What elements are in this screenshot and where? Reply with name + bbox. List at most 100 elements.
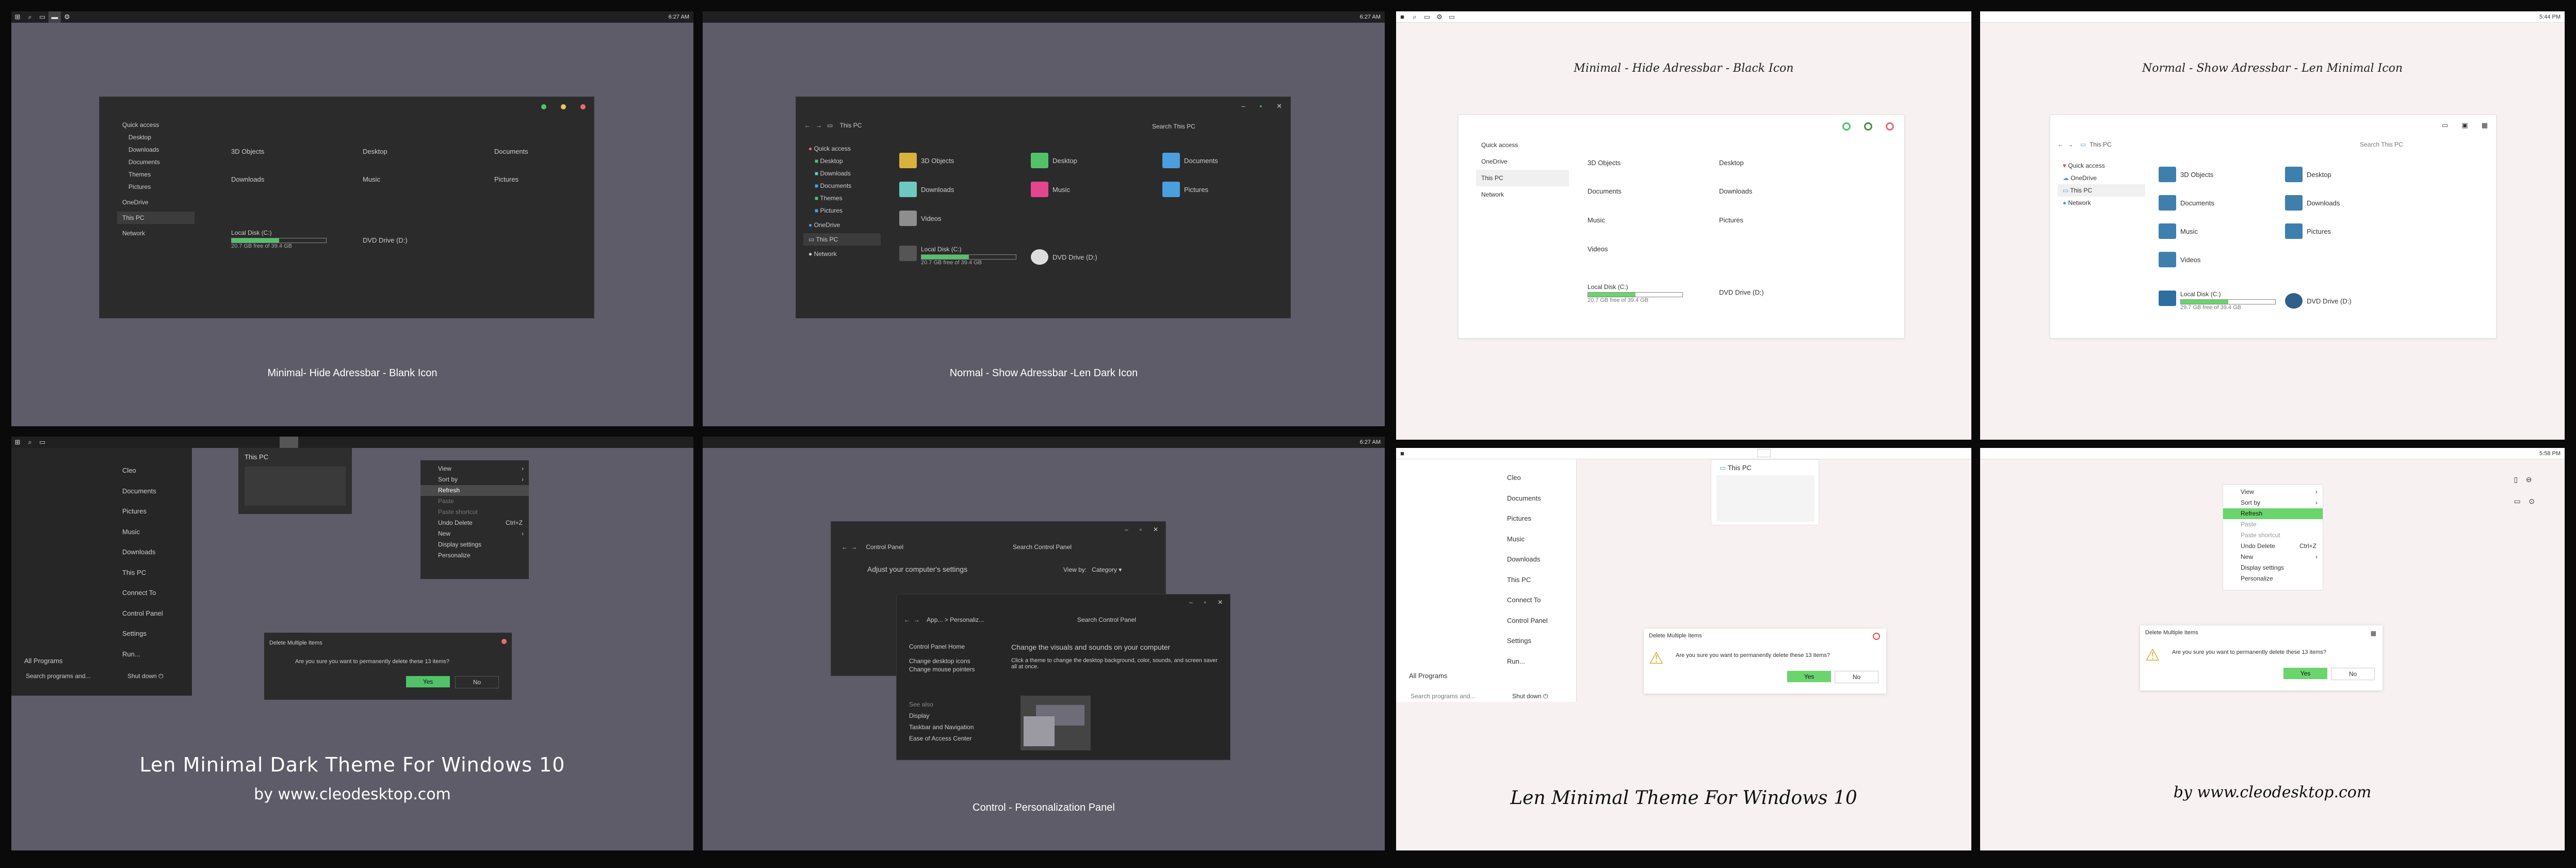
start-item[interactable]: Connect To xyxy=(1507,590,1548,610)
display-link[interactable]: Display xyxy=(909,712,929,719)
start-icon[interactable]: ■ xyxy=(1396,11,1408,23)
nav-downloads[interactable]: ■ Downloads xyxy=(803,167,881,180)
nav-quick-access[interactable]: ♥ Quick access xyxy=(2057,159,2145,172)
start-item[interactable]: Cleo xyxy=(1507,468,1548,488)
start-item[interactable]: Settings xyxy=(122,623,163,644)
nav-quick-access[interactable]: ● Quick access xyxy=(803,142,881,155)
folder-downloads[interactable]: Downloads xyxy=(899,182,954,197)
drive-dvd[interactable]: DVD Drive (D:) xyxy=(1719,288,1764,296)
close-icon[interactable]: ▦ xyxy=(2371,630,2376,637)
all-programs[interactable]: All Programs xyxy=(1409,672,1447,680)
address-bar[interactable]: ← → ▭ This PC xyxy=(2057,141,2112,148)
view-by[interactable]: View by: Category ▾ xyxy=(1063,566,1122,573)
nav-quick-access[interactable]: Quick access xyxy=(1476,137,1569,153)
desktop-icons-link[interactable]: Change desktop icons xyxy=(909,657,970,665)
nav-documents[interactable]: ■ Documents xyxy=(803,180,881,192)
nav-network[interactable]: ● Network xyxy=(2057,197,2145,209)
search-box[interactable]: Search Control Panel xyxy=(1077,616,1136,623)
close-button[interactable] xyxy=(1886,122,1894,131)
start-item[interactable]: Music xyxy=(1507,529,1548,550)
context-menu-item[interactable]: Paste shortcut xyxy=(2223,530,2323,541)
close-icon[interactable] xyxy=(501,639,507,644)
nav-documents[interactable]: Documents xyxy=(117,156,195,168)
folder-3d-objects[interactable]: 3D Objects xyxy=(899,153,954,168)
folder-documents[interactable]: Documents xyxy=(2159,195,2214,211)
nav-onedrive[interactable]: ● OneDrive xyxy=(803,219,881,231)
nav-desktop[interactable]: Desktop xyxy=(117,131,195,143)
nav-desktop[interactable]: ■ Desktop xyxy=(803,155,881,167)
folder-documents[interactable]: Documents xyxy=(1587,187,1622,195)
maximize-button[interactable]: ▣ xyxy=(2461,121,2468,130)
nav-network[interactable]: ● Network xyxy=(803,248,881,260)
drive-dvd[interactable]: DVD Drive (D:) xyxy=(363,236,408,244)
desktop-icon-b[interactable]: ▭ ⊙ xyxy=(2514,490,2535,512)
start-item[interactable]: Run... xyxy=(122,644,163,665)
nav-themes[interactable]: Themes xyxy=(117,168,195,181)
nav-onedrive[interactable]: OneDrive xyxy=(117,196,195,208)
start-icon[interactable]: ⊞ xyxy=(11,437,24,448)
context-menu-item[interactable]: View › xyxy=(2223,487,2323,497)
explorer-icon[interactable]: ▬ xyxy=(48,11,61,23)
start-item[interactable]: Downloads xyxy=(122,542,163,562)
folder-music[interactable]: Music xyxy=(2159,223,2198,239)
taskbar-explorer-button[interactable] xyxy=(1757,449,1771,457)
yes-button[interactable]: Yes xyxy=(406,676,450,687)
folder-pictures[interactable]: Pictures xyxy=(2285,223,2331,239)
address-bar[interactable]: ← → App... > Personaliz... xyxy=(904,616,984,623)
forward-icon[interactable]: → xyxy=(816,122,822,129)
drive-local-c[interactable]: Local Disk (C:) 29.7 GB free of 39.4 GB xyxy=(2159,291,2276,311)
drive-local-c[interactable]: Local Disk (C:) 20.7 GB free of 39.4 GB xyxy=(899,246,1016,266)
start-item[interactable]: Documents xyxy=(1507,488,1548,509)
context-menu-item[interactable]: Refresh xyxy=(2223,508,2323,519)
forward-icon[interactable]: → xyxy=(914,616,920,623)
start-item[interactable]: Control Panel xyxy=(122,603,163,624)
start-icon[interactable]: ⊞ xyxy=(11,11,24,23)
start-item[interactable]: Control Panel xyxy=(1507,610,1548,631)
context-menu-item[interactable]: Undo Delete Ctrl+Z xyxy=(420,518,529,528)
context-menu-item[interactable]: Display settings xyxy=(2223,562,2323,573)
folder-music[interactable]: Music xyxy=(363,175,380,183)
minimize-button[interactable]: – xyxy=(1241,102,1245,110)
folder-desktop[interactable]: Desktop xyxy=(1031,153,1077,168)
close-button[interactable]: ✕ xyxy=(1153,526,1158,533)
forward-icon[interactable]: → xyxy=(2067,141,2073,148)
back-icon[interactable]: ← xyxy=(904,616,910,623)
theme-thumbnail[interactable] xyxy=(1020,696,1091,750)
folder-downloads[interactable]: Downloads xyxy=(2285,195,2340,211)
settings-icon[interactable]: ⚙ xyxy=(1433,11,1446,23)
nav-network[interactable]: Network xyxy=(1476,186,1569,203)
close-icon[interactable] xyxy=(1873,633,1880,640)
search-icon[interactable]: ⌕ xyxy=(24,437,36,448)
cp-home-link[interactable]: Control Panel Home xyxy=(909,643,965,650)
drive-dvd[interactable]: DVD Drive (D:) xyxy=(1031,249,1097,265)
nav-this-pc[interactable]: This PC xyxy=(117,212,195,224)
maximize-button[interactable]: ▫ xyxy=(1204,599,1206,606)
folder-pictures[interactable]: Pictures xyxy=(1162,182,1208,197)
maximize-button[interactable] xyxy=(561,104,566,109)
maximize-button[interactable]: ▫ xyxy=(1140,526,1142,533)
minimize-button[interactable] xyxy=(541,104,546,109)
context-menu-item[interactable]: Personalize xyxy=(2223,573,2323,584)
start-search[interactable]: Search programs and... xyxy=(1411,693,1475,700)
nav-network[interactable]: Network xyxy=(117,227,195,239)
minimize-button[interactable] xyxy=(1842,122,1851,131)
context-menu-item[interactable]: Sort by › xyxy=(420,474,529,485)
task-view-icon[interactable]: ▭ xyxy=(36,11,48,23)
no-button[interactable]: No xyxy=(2331,668,2375,680)
start-item[interactable]: Pictures xyxy=(1507,508,1548,529)
nav-this-pc[interactable]: ▭ This PC xyxy=(803,233,881,246)
yes-button[interactable]: Yes xyxy=(2283,668,2327,679)
start-item[interactable]: Downloads xyxy=(1507,549,1548,570)
start-item[interactable]: Settings xyxy=(1507,631,1548,651)
close-button[interactable]: ✕ xyxy=(1276,102,1282,110)
taskbar-explorer-button[interactable] xyxy=(280,437,298,448)
folder-pictures[interactable]: Pictures xyxy=(494,175,519,183)
search-icon[interactable]: ⌕ xyxy=(1408,11,1421,23)
ease-of-access-link[interactable]: Ease of Access Center xyxy=(909,735,971,742)
close-button[interactable] xyxy=(580,104,586,109)
nav-this-pc[interactable]: ▭ This PC xyxy=(2057,184,2145,197)
context-menu-item[interactable]: Sort by › xyxy=(2223,497,2323,508)
context-menu-item[interactable]: New › xyxy=(2223,552,2323,562)
close-button[interactable]: ▦ xyxy=(2482,121,2488,130)
folder-downloads[interactable]: Downloads xyxy=(1719,187,1752,195)
